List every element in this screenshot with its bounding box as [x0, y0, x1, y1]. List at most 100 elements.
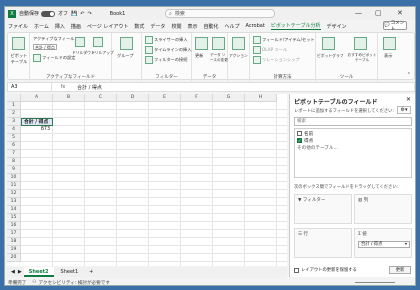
- ribbon-tab-8[interactable]: 表示: [187, 23, 197, 30]
- ribbon-tab-2[interactable]: 挿入: [55, 23, 65, 30]
- rows-area[interactable]: ☰ 行: [294, 228, 352, 258]
- pivot-value-cell[interactable]: 873: [21, 126, 53, 134]
- scroll-left-icon[interactable]: ◀: [11, 269, 15, 275]
- row-header[interactable]: 9: [7, 166, 21, 174]
- sheet-tab[interactable]: Sheet2: [23, 267, 54, 277]
- defer-update[interactable]: レイアウトの更新を保留する: [294, 267, 357, 273]
- field-checkbox[interactable]: ✓: [297, 138, 302, 143]
- fx-icon[interactable]: fx: [52, 84, 74, 90]
- column-header[interactable]: B: [53, 94, 85, 102]
- field-settings-button[interactable]: フィールドの設定: [33, 54, 75, 62]
- ribbon-tab-1[interactable]: ホーム: [34, 23, 49, 30]
- column-header[interactable]: A: [21, 94, 53, 102]
- columns-area[interactable]: ▥ 列: [354, 194, 412, 224]
- row-header[interactable]: 4: [7, 126, 21, 134]
- row-header[interactable]: 5: [7, 134, 21, 142]
- refresh-button[interactable]: 更新: [195, 53, 203, 59]
- pane-close-icon[interactable]: ✕: [406, 96, 411, 103]
- ribbon-tab-13[interactable]: デザイン: [327, 23, 347, 30]
- close-button[interactable]: ✕: [397, 9, 403, 17]
- row-header[interactable]: 11: [7, 182, 21, 190]
- values-area[interactable]: Σ 値 合計 / 得点 ▾: [354, 228, 412, 258]
- pivot-table-icon: [12, 37, 25, 50]
- ribbon-tab-11[interactable]: Acrobat: [246, 23, 265, 29]
- field-item[interactable]: 名前: [297, 130, 409, 137]
- pivot-chart-button[interactable]: ピボットグラフ: [317, 53, 344, 59]
- name-box[interactable]: A3: [8, 83, 52, 91]
- defer-checkbox[interactable]: [294, 267, 299, 273]
- update-button[interactable]: 更新: [389, 266, 411, 274]
- maximize-button[interactable]: ▢: [375, 9, 382, 17]
- row-header[interactable]: 20: [7, 254, 21, 262]
- accessibility-status[interactable]: アクセシビリティ: 検討が必要です: [39, 280, 110, 286]
- ribbon-tab-10[interactable]: ヘルプ: [224, 23, 239, 30]
- pivot-table-button[interactable]: ピボットテーブル: [9, 53, 29, 65]
- ribbon-tab-7[interactable]: 校閲: [171, 23, 181, 30]
- redo-icon[interactable]: ↷: [87, 11, 91, 17]
- show-button[interactable]: 表示: [384, 53, 392, 59]
- row-header[interactable]: 10: [7, 174, 21, 182]
- change-source-button[interactable]: データ ソースの変更: [210, 53, 228, 63]
- insert-slicer-button[interactable]: スライサーの挿入: [145, 36, 188, 44]
- formula-input[interactable]: 合計 / 得点: [74, 84, 102, 91]
- values-field-item[interactable]: 合計 / 得点 ▾: [358, 241, 410, 248]
- row-header[interactable]: 16: [7, 222, 21, 230]
- column-header[interactable]: H: [245, 94, 277, 102]
- filter-area[interactable]: ▼ フィルター: [294, 194, 352, 224]
- row-header[interactable]: 8: [7, 158, 21, 166]
- ribbon-tab-5[interactable]: 数式: [134, 23, 144, 30]
- comment-button[interactable]: 💬 コメント: [383, 21, 407, 32]
- select-all-corner[interactable]: [7, 94, 21, 102]
- spreadsheet-grid[interactable]: A B C D E F G H 1 2 3 4 5 6 7 8 9 10 11 12 13 14 15 16 17 18 19 20 合…: [7, 94, 287, 266]
- insert-timeline-button[interactable]: タイムラインの挿入: [145, 46, 191, 54]
- row-header[interactable]: 3: [7, 118, 21, 126]
- row-header[interactable]: 14: [7, 206, 21, 214]
- field-item[interactable]: ✓ 得点: [297, 137, 409, 144]
- ribbon-tab-3[interactable]: 描画: [71, 23, 81, 30]
- row-header[interactable]: 17: [7, 230, 21, 238]
- more-tables-link[interactable]: その他のテーブル...: [297, 144, 409, 151]
- row-header[interactable]: 18: [7, 238, 21, 246]
- ribbon-tab-0[interactable]: ファイル: [8, 23, 28, 30]
- actions-button[interactable]: アクション: [229, 53, 248, 59]
- row-header[interactable]: 15: [7, 214, 21, 222]
- ribbon-tab-12[interactable]: ピボットテーブル分析: [270, 22, 321, 30]
- save-icon[interactable]: 💾: [71, 11, 77, 17]
- column-header[interactable]: G: [213, 94, 245, 102]
- undo-icon[interactable]: ↶: [80, 11, 84, 17]
- column-header[interactable]: E: [149, 94, 181, 102]
- minimize-button[interactable]: —: [355, 9, 362, 17]
- zoom-slider[interactable]: [355, 282, 395, 283]
- ribbon-tab-4[interactable]: ページ レイアウト: [87, 23, 129, 30]
- row-header[interactable]: 2: [7, 110, 21, 118]
- field-search-input[interactable]: 検索: [294, 117, 412, 126]
- row-header[interactable]: 1: [7, 102, 21, 110]
- gear-icon[interactable]: ⚙▾: [397, 106, 411, 114]
- pivot-header-cell[interactable]: 合計 / 得点: [21, 118, 53, 126]
- column-header[interactable]: D: [117, 94, 149, 102]
- field-checkbox[interactable]: [297, 131, 302, 136]
- relationships-button[interactable]: リレーションシップ: [253, 56, 300, 64]
- row-header[interactable]: 19: [7, 246, 21, 254]
- add-sheet-icon[interactable]: +: [89, 269, 93, 275]
- row-header[interactable]: 6: [7, 142, 21, 150]
- group-button[interactable]: グループ: [117, 53, 134, 59]
- row-header[interactable]: 12: [7, 190, 21, 198]
- autosave-toggle[interactable]: [41, 10, 56, 17]
- olap-tools-button[interactable]: OLAP ツール: [253, 46, 287, 54]
- row-header[interactable]: 13: [7, 198, 21, 206]
- row-header[interactable]: 7: [7, 150, 21, 158]
- collapse-ribbon-icon[interactable]: ⌃: [407, 72, 411, 78]
- fields-items-sets-button[interactable]: フィールド/アイテム/セット: [253, 36, 315, 44]
- ribbon-tab-9[interactable]: 自動化: [203, 23, 218, 30]
- recommended-pivot-button[interactable]: おすすめピボットテーブル: [347, 53, 377, 63]
- column-header[interactable]: F: [181, 94, 213, 102]
- active-field-input[interactable]: 合計 / 得点: [33, 44, 57, 50]
- drill-up-button[interactable]: ドリルアップ: [91, 50, 114, 56]
- ribbon-tab-6[interactable]: データ: [150, 23, 165, 30]
- filter-connections-button[interactable]: フィルターの接続: [145, 56, 187, 64]
- sheet-tab[interactable]: Sheet1: [56, 267, 84, 277]
- scroll-right-icon[interactable]: ▶: [18, 269, 22, 275]
- column-header[interactable]: C: [85, 94, 117, 102]
- search-box[interactable]: ⌕ 検索: [165, 9, 275, 18]
